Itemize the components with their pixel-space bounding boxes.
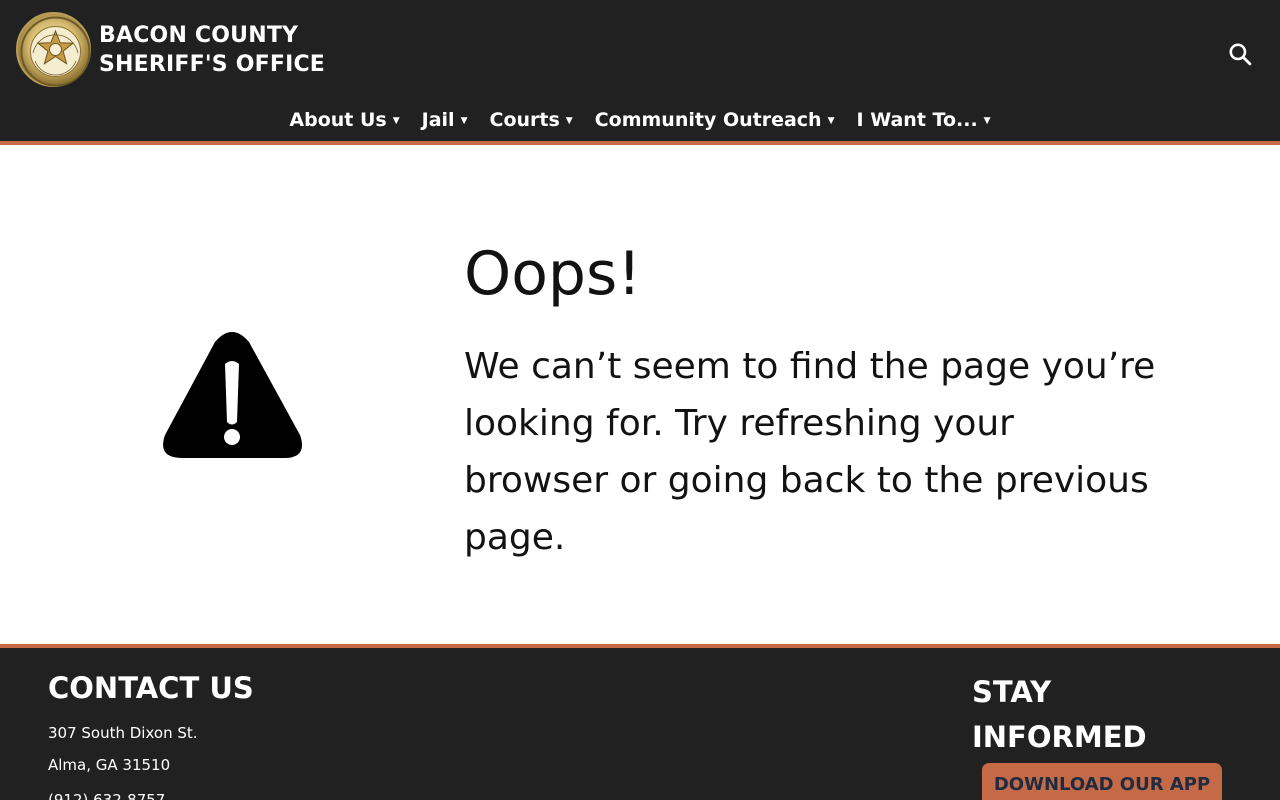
site-title[interactable]: BACON COUNTY SHERIFF'S OFFICE xyxy=(99,21,349,79)
nav-i-want-to[interactable]: I Want To... ▼ xyxy=(857,106,991,134)
site-footer: CONTACT US 307 South Dixon St. Alma, GA … xyxy=(0,648,1280,800)
header-accent-rule xyxy=(0,141,1280,145)
caret-down-icon: ▼ xyxy=(827,115,835,126)
error-title: Oops! xyxy=(464,239,642,309)
address-city: Alma, GA 31510 xyxy=(48,756,171,774)
nav-jail[interactable]: Jail ▼ xyxy=(422,106,468,134)
nav-community-outreach-label: Community Outreach xyxy=(594,109,822,131)
caret-down-icon: ▼ xyxy=(392,115,400,126)
main-navigation: About Us ▼ Jail ▼ Courts ▼ Community Out… xyxy=(260,104,1020,136)
phone-number[interactable]: (912) 632-8757 xyxy=(48,790,165,800)
site-title-line-1: BACON COUNTY xyxy=(99,23,299,48)
caret-down-icon: ▼ xyxy=(460,115,468,126)
search-icon xyxy=(1229,43,1251,65)
nav-community-outreach[interactable]: Community Outreach ▼ xyxy=(595,106,835,134)
sheriff-badge-icon xyxy=(20,16,91,87)
address-street: 307 South Dixon St. xyxy=(48,724,198,742)
download-app-button[interactable]: DOWNLOAD OUR APP xyxy=(982,763,1222,800)
contact-heading: CONTACT US xyxy=(48,671,254,705)
nav-about-us[interactable]: About Us ▼ xyxy=(289,106,399,134)
warning-triangle-icon xyxy=(163,332,302,458)
caret-down-icon: ▼ xyxy=(983,115,991,126)
nav-courts-label: Courts xyxy=(489,109,560,131)
caret-down-icon: ▼ xyxy=(565,115,573,126)
site-header: BACON COUNTY SHERIFF'S OFFICE About Us ▼… xyxy=(0,0,1280,141)
nav-courts[interactable]: Courts ▼ xyxy=(490,106,573,134)
sheriff-badge-logo[interactable] xyxy=(16,12,91,87)
nav-i-want-to-label: I Want To... xyxy=(856,109,978,131)
stay-informed-heading: STAY INFORMED xyxy=(972,675,1147,754)
error-message: We can’t seem to find the page you’re lo… xyxy=(464,346,1156,558)
site-title-line-2: SHERIFF'S OFFICE xyxy=(99,52,326,77)
nav-about-us-label: About Us xyxy=(289,109,387,131)
search-button[interactable] xyxy=(1226,40,1254,68)
nav-jail-label: Jail xyxy=(421,109,455,131)
